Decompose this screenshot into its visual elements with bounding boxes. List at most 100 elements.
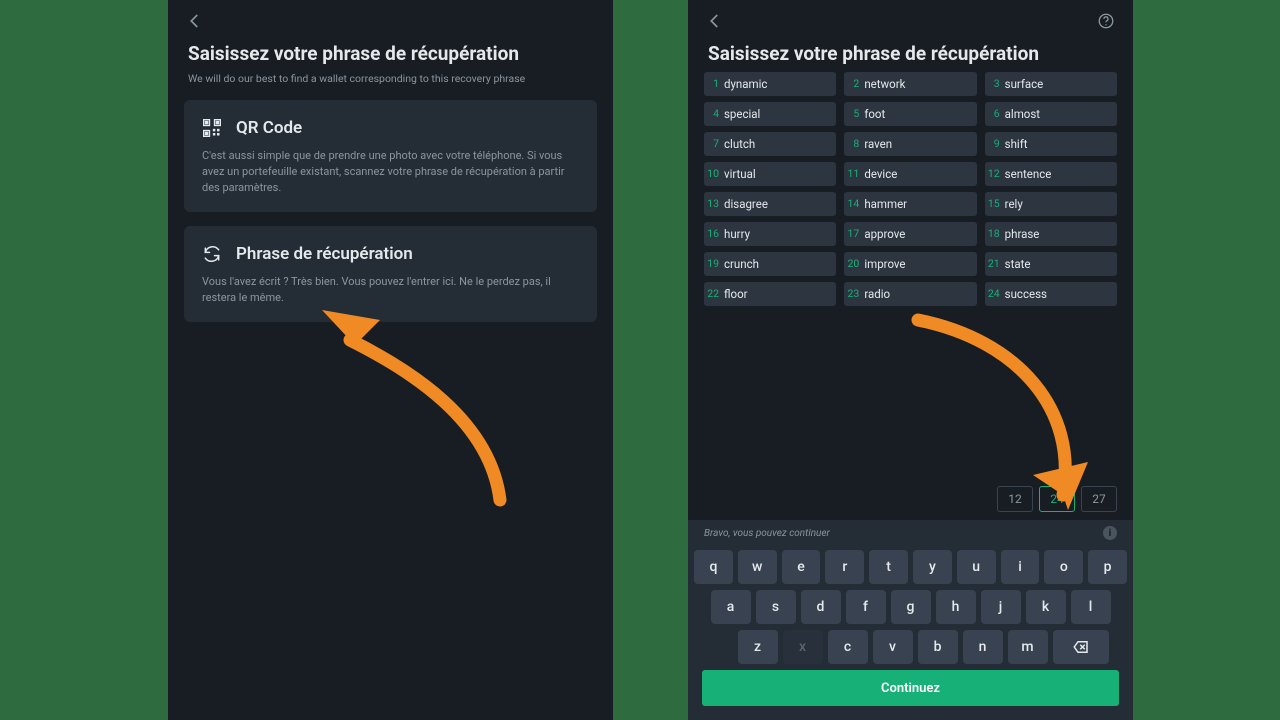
key-w[interactable]: w — [738, 550, 777, 584]
back-button[interactable] — [704, 10, 726, 32]
word-text: device — [864, 167, 897, 181]
key-n[interactable]: n — [963, 630, 1003, 664]
info-icon[interactable]: i — [1103, 526, 1117, 540]
continue-button[interactable]: Continuez — [702, 670, 1119, 706]
recovery-word-cell[interactable]: 19crunch — [704, 252, 836, 276]
word-count-option-27[interactable]: 27 — [1081, 486, 1117, 512]
word-text: raven — [864, 137, 892, 151]
recovery-word-cell[interactable]: 9shift — [985, 132, 1117, 156]
back-button[interactable] — [184, 10, 206, 32]
topbar — [688, 0, 1133, 36]
key-t[interactable]: t — [869, 550, 908, 584]
recovery-word-cell[interactable]: 3surface — [985, 72, 1117, 96]
word-index: 10 — [704, 167, 724, 180]
word-index: 20 — [844, 257, 864, 270]
word-index: 23 — [844, 287, 864, 300]
key-r[interactable]: r — [825, 550, 864, 584]
key-y[interactable]: y — [913, 550, 952, 584]
word-index: 11 — [844, 167, 864, 180]
recovery-word-cell[interactable]: 11device — [844, 162, 976, 186]
recovery-word-cell[interactable]: 1dynamic — [704, 72, 836, 96]
word-index: 3 — [985, 77, 1005, 90]
backspace-icon — [1072, 638, 1090, 656]
key-d[interactable]: d — [801, 590, 841, 624]
recovery-words-grid: 1dynamic 2network 3surface 4special 5foot 6al… — [688, 72, 1133, 306]
key-b[interactable]: b — [918, 630, 958, 664]
word-count-option-12[interactable]: 12 — [997, 486, 1033, 512]
word-text: special — [724, 107, 760, 121]
word-index: 5 — [844, 107, 864, 120]
word-index: 15 — [985, 197, 1005, 210]
key-q[interactable]: q — [694, 550, 733, 584]
recovery-word-cell[interactable]: 10virtual — [704, 162, 836, 186]
recovery-word-cell[interactable]: 7clutch — [704, 132, 836, 156]
card-desc: C'est aussi simple que de prendre une ph… — [202, 148, 579, 196]
card-recovery-phrase[interactable]: Phrase de récupération Vous l'avez écrit… — [184, 226, 597, 322]
key-k[interactable]: k — [1026, 590, 1066, 624]
input-hint-row: Bravo, vous pouvez continuer i — [688, 520, 1133, 544]
key-a[interactable]: a — [711, 590, 751, 624]
arrow-left-icon — [706, 12, 724, 30]
recovery-word-cell[interactable]: 18phrase — [985, 222, 1117, 246]
page-title: Saisissez votre phrase de récupération — [188, 42, 593, 66]
recovery-word-cell[interactable]: 21state — [985, 252, 1117, 276]
key-x[interactable]: x — [783, 630, 823, 664]
key-e[interactable]: e — [782, 550, 821, 584]
recovery-word-cell[interactable]: 23radio — [844, 282, 976, 306]
key-p[interactable]: p — [1088, 550, 1127, 584]
key-o[interactable]: o — [1044, 550, 1083, 584]
recovery-word-cell[interactable]: 12sentence — [985, 162, 1117, 186]
qr-code-icon — [202, 118, 222, 138]
page-subtitle: We will do our best to find a wallet cor… — [188, 72, 593, 86]
recovery-word-cell[interactable]: 13disagree — [704, 192, 836, 216]
topbar — [168, 0, 613, 36]
card-title: Phrase de récupération — [236, 244, 413, 264]
recovery-word-cell[interactable]: 14hammer — [844, 192, 976, 216]
word-index: 2 — [844, 77, 864, 90]
recovery-word-cell[interactable]: 6almost — [985, 102, 1117, 126]
recovery-word-cell[interactable]: 8raven — [844, 132, 976, 156]
word-text: rely — [1005, 197, 1023, 211]
recovery-word-cell[interactable]: 22floor — [704, 282, 836, 306]
word-text: almost — [1005, 107, 1040, 121]
help-icon — [1097, 12, 1115, 30]
word-index: 18 — [985, 227, 1005, 240]
word-count-toggle: 122427 — [688, 486, 1133, 512]
recovery-word-cell[interactable]: 17approve — [844, 222, 976, 246]
card-qr-code[interactable]: QR Code C'est aussi simple que de prendr… — [184, 100, 597, 212]
phone-screen-left: Saisissez votre phrase de récupération W… — [168, 0, 613, 720]
recovery-word-cell[interactable]: 4special — [704, 102, 836, 126]
key-c[interactable]: c — [828, 630, 868, 664]
recovery-word-cell[interactable]: 16hurry — [704, 222, 836, 246]
key-l[interactable]: l — [1071, 590, 1111, 624]
word-text: clutch — [724, 137, 755, 151]
key-i[interactable]: i — [1001, 550, 1040, 584]
recovery-word-cell[interactable]: 2network — [844, 72, 976, 96]
key-z[interactable]: z — [738, 630, 778, 664]
help-button[interactable] — [1095, 10, 1117, 32]
key-u[interactable]: u — [957, 550, 996, 584]
recovery-word-cell[interactable]: 20improve — [844, 252, 976, 276]
keyboard: qwertyuiop asdfghjkl zxcvbnm Continuez — [688, 544, 1133, 720]
word-text: network — [864, 77, 905, 91]
recovery-word-cell[interactable]: 5foot — [844, 102, 976, 126]
key-backspace[interactable] — [1053, 630, 1109, 664]
key-g[interactable]: g — [891, 590, 931, 624]
recovery-word-cell[interactable]: 15rely — [985, 192, 1117, 216]
word-text: disagree — [724, 197, 768, 211]
key-j[interactable]: j — [981, 590, 1021, 624]
key-s[interactable]: s — [756, 590, 796, 624]
arrow-left-icon — [186, 12, 204, 30]
word-index: 16 — [704, 227, 724, 240]
recovery-word-cell[interactable]: 24success — [985, 282, 1117, 306]
key-f[interactable]: f — [846, 590, 886, 624]
key-m[interactable]: m — [1008, 630, 1048, 664]
refresh-icon — [202, 244, 222, 264]
key-v[interactable]: v — [873, 630, 913, 664]
word-text: surface — [1005, 77, 1044, 91]
word-count-option-24[interactable]: 24 — [1039, 486, 1075, 512]
word-text: radio — [864, 287, 890, 301]
key-h[interactable]: h — [936, 590, 976, 624]
word-text: improve — [864, 257, 905, 271]
word-text: floor — [724, 287, 748, 301]
